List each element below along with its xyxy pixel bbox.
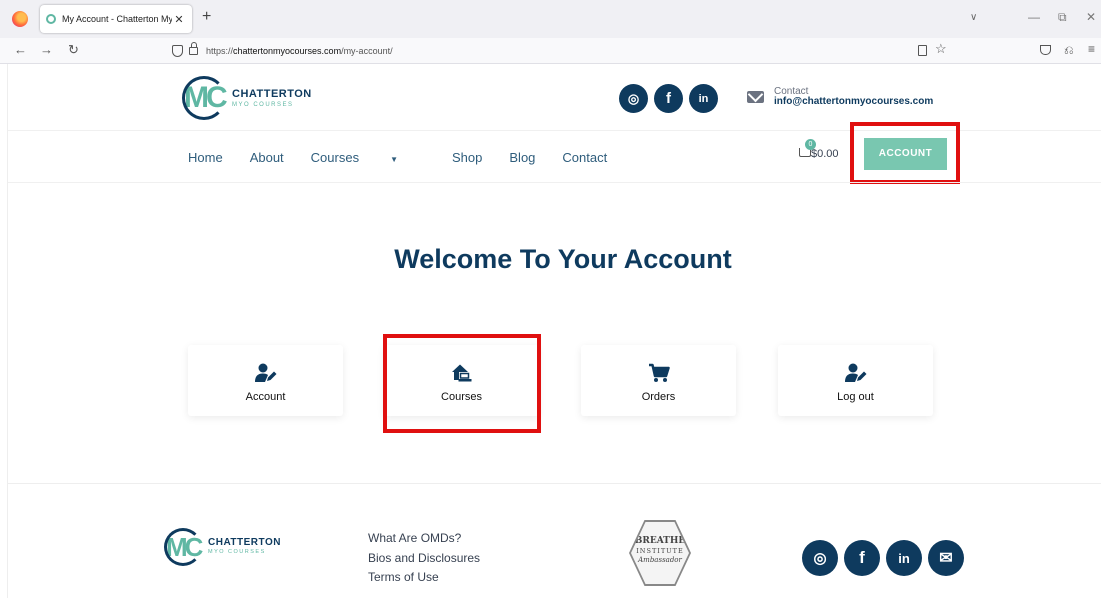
tracking-shield-icon[interactable]	[172, 45, 183, 57]
account-card[interactable]: Account	[188, 345, 343, 416]
web-page: MC CHATTERTON MYO COURSES ◎ f in Contact…	[7, 64, 1101, 598]
restore-button[interactable]: ⧉	[1058, 10, 1067, 25]
browser-tab-bar: My Account - Chatterton Myo C ✕ + ∨ — ⧉ …	[0, 0, 1101, 38]
reader-view-icon[interactable]	[918, 45, 927, 56]
user-edit-icon	[254, 363, 276, 382]
tab-title: My Account - Chatterton Myo C	[62, 14, 172, 24]
page-title: Welcome To Your Account	[394, 244, 732, 274]
chevron-down-icon: ▼	[390, 155, 399, 164]
forward-button[interactable]: →	[40, 42, 53, 58]
facebook-icon[interactable]: f	[654, 84, 683, 113]
footer-divider	[8, 483, 1101, 484]
pocket-icon[interactable]	[1040, 45, 1051, 55]
logo-text: CHATTERTON MYO COURSES	[232, 87, 312, 108]
app-menu-icon[interactable]: ≡	[1088, 42, 1095, 56]
header-social-links: ◎ f in	[619, 84, 718, 113]
firefox-logo-icon[interactable]	[12, 11, 28, 27]
menu-divider	[8, 182, 1101, 183]
menu-item-shop[interactable]: Shop	[452, 150, 482, 165]
linkedin-icon[interactable]: in	[886, 540, 922, 576]
minimize-button[interactable]: —	[1028, 10, 1040, 24]
menu-item-courses[interactable]: Courses ▼	[311, 150, 425, 165]
footer-logo-mark: MC	[164, 528, 204, 566]
breathe-institute-badge: BREATHE INSTITUTE Ambassador	[629, 520, 691, 586]
cart-icon	[648, 363, 670, 382]
menu-item-about[interactable]: About	[250, 150, 284, 165]
courses-card[interactable]: Courses	[384, 345, 539, 416]
orders-card[interactable]: Orders	[581, 345, 736, 416]
footer-link-terms[interactable]: Terms of Use	[368, 568, 480, 588]
footer-link-omds[interactable]: What Are OMDs?	[368, 529, 480, 549]
new-tab-button[interactable]: +	[202, 9, 211, 25]
menu-item-contact[interactable]: Contact	[562, 150, 607, 165]
instagram-icon[interactable]: ◎	[802, 540, 838, 576]
reload-button[interactable]: ↻	[68, 42, 79, 58]
back-button[interactable]: ←	[14, 42, 27, 58]
site-favicon-icon	[46, 14, 56, 24]
footer-links: What Are OMDs? Bios and Disclosures Term…	[368, 529, 480, 588]
card-label-orders: Orders	[641, 391, 676, 403]
cart-total[interactable]: $0.00	[811, 148, 839, 160]
window-close-button[interactable]: ✕	[1086, 10, 1096, 24]
footer-logo[interactable]: MC CHATTERTON MYO COURSES	[164, 528, 281, 566]
url-text[interactable]: https://chattertonmyocourses.com/my-acco…	[206, 46, 393, 56]
site-logo[interactable]: MC CHATTERTON MYO COURSES	[182, 76, 312, 120]
user-edit-icon	[844, 363, 866, 382]
email-icon[interactable]: ✉	[928, 540, 964, 576]
lock-icon[interactable]	[189, 42, 198, 55]
card-label-account: Account	[245, 391, 286, 403]
bookmark-star-icon[interactable]: ☆	[935, 41, 947, 57]
logout-card[interactable]: Log out	[778, 345, 933, 416]
envelope-icon	[747, 91, 764, 103]
instagram-icon[interactable]: ◎	[619, 84, 648, 113]
logo-mark: MC	[182, 76, 228, 120]
footer-logo-text: CHATTERTON MYO COURSES	[208, 537, 281, 556]
facebook-icon[interactable]: f	[844, 540, 880, 576]
menu-item-home[interactable]: Home	[188, 150, 223, 165]
account-button[interactable]: ACCOUNT	[864, 138, 947, 170]
linkedin-icon[interactable]: in	[689, 84, 718, 113]
browser-tab-my-account[interactable]: My Account - Chatterton Myo C ✕	[40, 5, 192, 33]
menu-item-blog[interactable]: Blog	[509, 150, 535, 165]
footer-social-links: ◎ f in ✉	[802, 540, 964, 576]
house-laptop-icon	[451, 364, 471, 382]
address-bar[interactable]: https://chattertonmyocourses.com/my-acco…	[160, 40, 960, 62]
list-all-tabs-button[interactable]: ∨	[970, 12, 977, 23]
tab-close-icon[interactable]: ✕	[172, 13, 186, 26]
extensions-icon[interactable]: ⎌	[1064, 43, 1074, 58]
main-menu: Home About Courses ▼ Shop Blog Contact	[188, 150, 634, 165]
header-divider	[8, 130, 1101, 131]
card-label-logout: Log out	[837, 391, 874, 403]
footer-link-bios[interactable]: Bios and Disclosures	[368, 549, 480, 569]
card-label-courses: Courses	[441, 391, 482, 403]
contact-email-link[interactable]: info@chattertonmyocourses.com	[774, 96, 933, 107]
